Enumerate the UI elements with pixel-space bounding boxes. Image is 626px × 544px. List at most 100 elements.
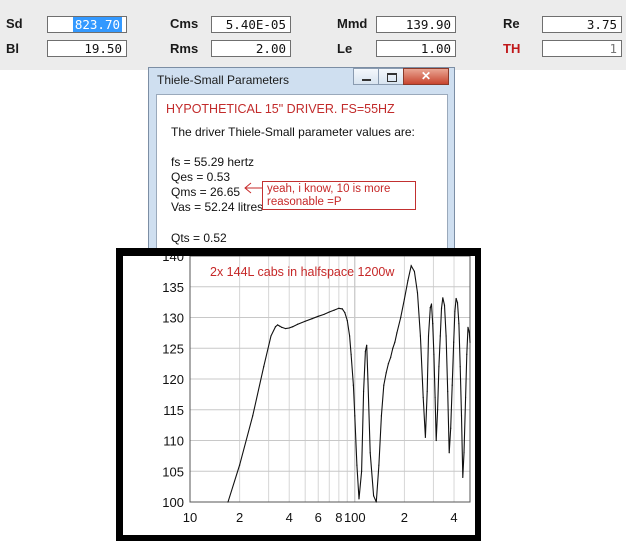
data-point-35 — [372, 495, 375, 497]
data-point-80 — [460, 415, 463, 417]
qms-line: Qms = 26.65 — [171, 185, 241, 199]
data-point-32 — [366, 344, 368, 346]
x-tick-label-6: 2 — [401, 510, 408, 525]
le-field[interactable]: 1.00 — [376, 40, 456, 57]
data-point-68 — [443, 304, 446, 306]
data-point-59 — [432, 323, 434, 325]
le-label: Le — [337, 41, 353, 56]
data-point-48 — [407, 280, 409, 282]
data-point-47 — [403, 298, 406, 300]
data-point-57 — [429, 307, 431, 309]
data-point-77 — [456, 302, 459, 304]
re-field[interactable]: 3.75 — [542, 16, 622, 33]
minimize-button[interactable] — [353, 68, 379, 85]
data-point-87 — [469, 341, 471, 343]
data-point-51 — [416, 292, 419, 294]
data-point-21 — [344, 311, 346, 314]
data-point-62 — [435, 439, 437, 442]
data-point-4 — [270, 335, 272, 337]
data-point-14 — [311, 318, 313, 320]
data-point-2 — [252, 415, 254, 417]
data-point-42 — [390, 356, 392, 359]
re-label: Re — [503, 16, 520, 31]
dialog-intro: The driver Thiele-Small parameter values… — [171, 125, 415, 139]
data-point-72 — [450, 427, 452, 429]
x-tick-label-3: 6 — [315, 510, 322, 525]
data-point-33 — [367, 378, 369, 380]
data-point-29 — [361, 470, 363, 472]
data-point-24 — [350, 353, 352, 355]
data-point-41 — [387, 363, 390, 365]
bl-label: Bl — [6, 41, 19, 56]
data-point-0 — [227, 501, 229, 503]
y-tick-label-8: 100 — [162, 495, 184, 510]
y-tick-label-0: 140 — [162, 256, 184, 264]
data-point-45 — [396, 332, 398, 334]
y-tick-label-1: 135 — [162, 280, 184, 295]
th-field[interactable]: 1 — [542, 40, 622, 57]
maximize-button[interactable] — [378, 68, 404, 85]
data-point-58 — [430, 303, 433, 305]
data-point-7 — [279, 325, 281, 327]
data-point-43 — [392, 347, 394, 349]
rms-field[interactable]: 2.00 — [211, 40, 291, 57]
cms-field[interactable]: 5.40E-05 — [211, 16, 291, 33]
data-point-27 — [356, 464, 358, 466]
sd-field[interactable]: 823.70 — [47, 16, 127, 33]
data-point-86 — [468, 331, 470, 333]
data-point-75 — [454, 310, 456, 312]
data-point-19 — [338, 307, 340, 309]
data-point-61 — [434, 396, 436, 399]
response-chart: 14013513012512011511010510010 2 4 6 8 100 2 42x… — [162, 256, 471, 525]
data-point-38 — [380, 415, 383, 417]
annotation-line-2: reasonable =P — [267, 196, 342, 208]
mmd-field[interactable]: 139.90 — [376, 16, 456, 33]
data-point-70 — [447, 390, 449, 392]
data-point-78 — [458, 323, 460, 325]
data-point-53 — [422, 396, 424, 399]
y-tick-label-3: 125 — [162, 341, 184, 356]
data-point-65 — [439, 335, 441, 337]
data-point-31 — [364, 350, 367, 352]
close-button[interactable]: ✕ — [403, 68, 449, 85]
data-point-23 — [349, 335, 351, 337]
data-point-22 — [346, 319, 348, 322]
data-point-54 — [424, 436, 426, 439]
data-point-25 — [352, 384, 354, 386]
data-point-13 — [304, 320, 306, 322]
data-point-71 — [448, 452, 450, 454]
data-point-12 — [297, 323, 299, 325]
annotation-line-1: yeah, i know, 10 is more — [267, 183, 391, 195]
data-point-60 — [433, 353, 435, 355]
data-point-16 — [323, 313, 325, 316]
data-point-18 — [333, 309, 335, 311]
data-point-55 — [426, 390, 428, 392]
bl-field[interactable]: 19.50 — [47, 40, 127, 57]
data-point-3 — [263, 366, 265, 368]
y-tick-label-2: 130 — [162, 311, 184, 326]
parameter-panel: Sd 823.70 Bl 19.50 Cms 5.40E-05 Rms 2.00… — [0, 0, 626, 70]
data-point-74 — [453, 341, 455, 343]
x-tick-label-5: 100 — [344, 510, 366, 525]
chart-annotation: 2x 144L cabs in halfspace 1200w — [210, 265, 395, 279]
x-tick-label-1: 2 — [236, 510, 243, 525]
close-icon: ✕ — [420, 69, 432, 83]
fs-line: fs = 55.29 hertz — [171, 155, 255, 169]
cms-label: Cms — [170, 16, 199, 31]
data-point-82 — [463, 452, 465, 454]
data-point-85 — [467, 326, 469, 328]
x-tick-label-0: 10 — [183, 510, 197, 525]
data-point-46 — [400, 316, 402, 319]
data-point-66 — [440, 307, 443, 309]
data-point-9 — [284, 327, 287, 330]
data-point-36 — [375, 501, 377, 503]
data-point-11 — [292, 326, 294, 328]
data-point-28 — [358, 498, 360, 500]
sd-label: Sd — [6, 16, 23, 31]
data-point-56 — [427, 335, 430, 337]
data-point-10 — [288, 327, 290, 329]
data-point-76 — [455, 297, 457, 300]
y-tick-label-4: 120 — [162, 372, 184, 387]
data-point-63 — [437, 409, 439, 411]
dialog-content: HYPOTHETICAL 15" DRIVER. FS=55HZ The dri… — [156, 94, 448, 258]
